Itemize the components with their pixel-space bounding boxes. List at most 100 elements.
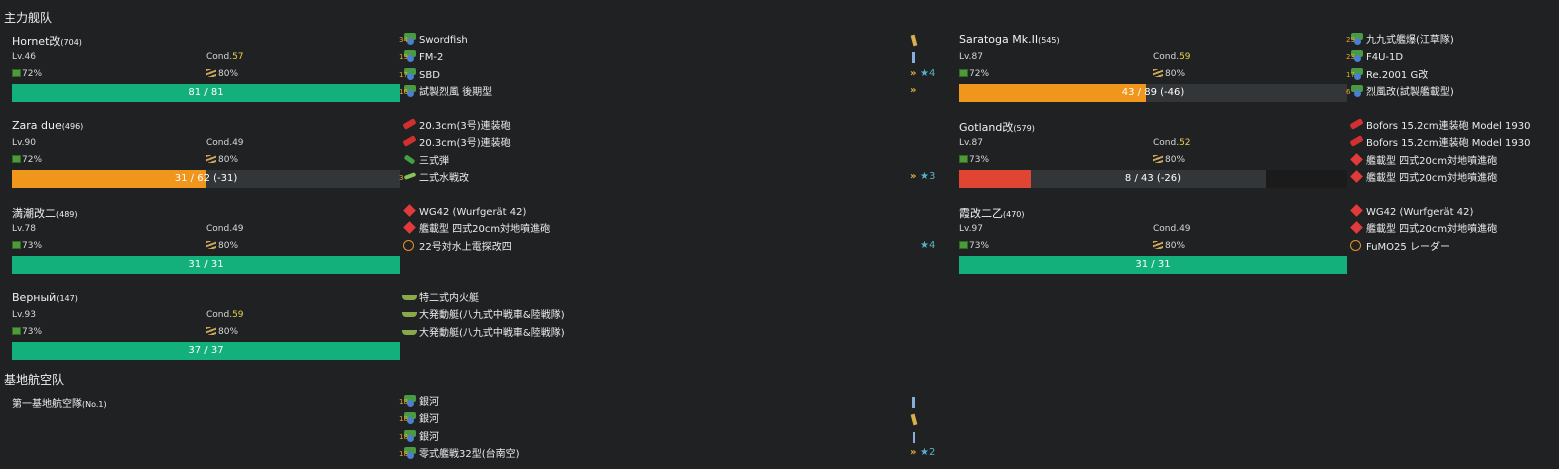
equipment-slot[interactable]: Bofors 15.2cm連装砲 Model 1930: [1348, 135, 1530, 150]
air-base-name: 第一基地航空隊(No.1): [12, 395, 107, 410]
equipment-slot[interactable]: 23 F4U-1D: [1346, 50, 1404, 64]
slot-count: 29: [1346, 36, 1355, 44]
equipment-slot[interactable]: 20.3cm(3号)連装砲: [401, 135, 511, 150]
ship-name[interactable]: Верный(147): [12, 291, 78, 304]
equipment-slot[interactable]: 18 銀河: [399, 395, 439, 409]
boat-icon: [401, 326, 417, 338]
equipment-slot[interactable]: 艦載型 四式20cm対地噴進砲: [1348, 152, 1497, 168]
equipment-slot[interactable]: 18 銀河: [399, 412, 439, 426]
ship-name[interactable]: Zara due(496): [12, 119, 83, 132]
equipment-slot[interactable]: 17 Re.2001 G改: [1346, 67, 1429, 82]
equipment-name: 艦載型 四式20cm対地噴進砲: [419, 224, 551, 236]
condition-label: Cond.: [206, 310, 233, 320]
equipment-slot[interactable]: 艦載型 四式20cm対地噴進砲: [401, 221, 551, 236]
ship-name[interactable]: Gotland改(579): [959, 119, 1035, 135]
ammo-value: 80%: [1165, 155, 1186, 165]
ship-name-text: Gotland改: [959, 121, 1014, 134]
ship-condition: Cond.49: [206, 224, 244, 234]
ship-condition: Cond.52: [1153, 138, 1191, 148]
fuel-icon: [12, 69, 21, 77]
hp-bar: 43 / 89 (-46): [959, 84, 1347, 102]
fuel-value: 73%: [22, 327, 43, 337]
radar-shape: [1350, 239, 1361, 251]
ship-name[interactable]: 満潮改二(489): [12, 205, 78, 221]
condition-label: Cond.: [206, 52, 233, 62]
equipment-slot[interactable]: FuMO25 レーダー: [1348, 239, 1450, 254]
air-base-number: (No.1): [82, 400, 107, 409]
ship-id: (579): [1013, 124, 1035, 133]
ammo-value: 80%: [218, 69, 239, 79]
equipment-name: 烈風改(試製艦載型): [1366, 86, 1454, 98]
condition-value: 59: [232, 310, 244, 320]
plane-badge: [407, 55, 414, 63]
fuel-icon: [959, 69, 968, 77]
equipment-slot[interactable]: WG42 (Wurfgerät 42): [1348, 204, 1473, 219]
equipment-name: F4U-1D: [1366, 52, 1404, 64]
ammo-value: 80%: [218, 155, 239, 165]
equipment-name: Re.2001 G改: [1366, 69, 1429, 81]
equipment-slot[interactable]: Bofors 15.2cm連装砲 Model 1930: [1348, 118, 1530, 133]
plane-badge: [1354, 38, 1361, 45]
equipment-slot[interactable]: 16 試製烈風 後期型: [399, 84, 492, 99]
plane-badge: [1354, 89, 1361, 97]
equipment-slot[interactable]: 6 烈風改(試製艦載型): [1346, 84, 1454, 99]
equipment-slot[interactable]: 19 FM-2: [399, 50, 443, 64]
plane-badge: [407, 451, 414, 459]
ship-ammo: 80%: [1153, 241, 1185, 251]
slot-count: 23: [1346, 53, 1355, 62]
equipment-name: 大発動艇(八九式中戦車&陸戦隊): [419, 310, 565, 322]
equipment-slot[interactable]: 17 SBD: [399, 67, 440, 82]
equipment-slot[interactable]: 大発動艇(八九式中戦車&陸戦隊): [401, 308, 565, 322]
equipment-slot[interactable]: 29 九九式艦爆(江草隊): [1346, 33, 1454, 47]
ammo-icon: [206, 69, 216, 77]
condition-label: Cond.: [1153, 52, 1180, 62]
equipment-slot[interactable]: 3 二式水戦改: [399, 171, 469, 185]
equipment-slot[interactable]: 18 零式艦戦32型(台南空): [399, 446, 520, 461]
equipment-slot[interactable]: 特二式内火艇: [401, 291, 479, 305]
equipment-slot[interactable]: 18 銀河: [399, 429, 439, 444]
boat-shape: [402, 295, 417, 300]
plane-badge: [407, 400, 414, 407]
equipment-slot[interactable]: 20.3cm(3号)連装砲: [401, 118, 511, 133]
equipment-slot[interactable]: WG42 (Wurfgerät 42): [401, 204, 526, 219]
ship-name[interactable]: Hornet改(704): [12, 33, 82, 49]
ship-fuel: 72%: [12, 155, 42, 165]
fuel-icon: [959, 155, 968, 163]
ship-name-text: Верный: [12, 291, 57, 304]
hp-bar: 31 / 31: [12, 256, 400, 274]
equipment-name: Swordfish: [419, 35, 468, 46]
ship-name[interactable]: 霞改二乙(470): [959, 205, 1025, 221]
boat-icon: [401, 291, 417, 303]
radar-shape: [403, 239, 414, 251]
slot-count: 34: [399, 36, 408, 44]
ship-id: (470): [1003, 210, 1025, 219]
fuel-icon: [12, 155, 21, 163]
plane-icon: 23: [1346, 50, 1364, 63]
gun-shape: [1349, 118, 1364, 130]
plane-badge: [1354, 55, 1361, 63]
equipment-slot[interactable]: 34 Swordfish: [399, 33, 468, 47]
equipment-slot[interactable]: 艦載型 四式20cm対地噴進砲: [1348, 170, 1497, 185]
proficiency-bar-icon: [912, 397, 915, 408]
ship-name-text: 霞改二乙: [959, 207, 1003, 220]
fuel-icon: [12, 241, 21, 249]
equipment-slot[interactable]: 三式弾: [401, 153, 449, 168]
hp-text: 37 / 37: [188, 345, 224, 356]
equipment-name: 九九式艦爆(江草隊): [1366, 35, 1454, 46]
equipment-slot[interactable]: 艦載型 四式20cm対地噴進砲: [1348, 221, 1497, 236]
fuel-value: 73%: [969, 241, 990, 251]
ship-ammo: 80%: [206, 155, 238, 165]
equipment-slot[interactable]: 22号対水上電探改四: [401, 239, 512, 254]
fuel-value: 72%: [22, 69, 43, 79]
main-fleet-title: 主力舰队: [4, 11, 53, 25]
ship-name[interactable]: Saratoga Mk.II(545): [959, 33, 1060, 46]
equipment-name: 銀河: [419, 414, 439, 426]
plane-badge: [1354, 72, 1361, 80]
ship-condition: Cond.59: [1153, 52, 1191, 62]
improvement-level: ★3: [920, 170, 936, 182]
ammo-value: 80%: [1165, 241, 1186, 251]
condition-value: 49: [1179, 224, 1191, 234]
improvement-level: ★4: [920, 67, 936, 79]
hp-text: 8 / 43 (-26): [1124, 173, 1182, 184]
equipment-slot[interactable]: 大発動艇(八九式中戦車&陸戦隊): [401, 326, 565, 340]
